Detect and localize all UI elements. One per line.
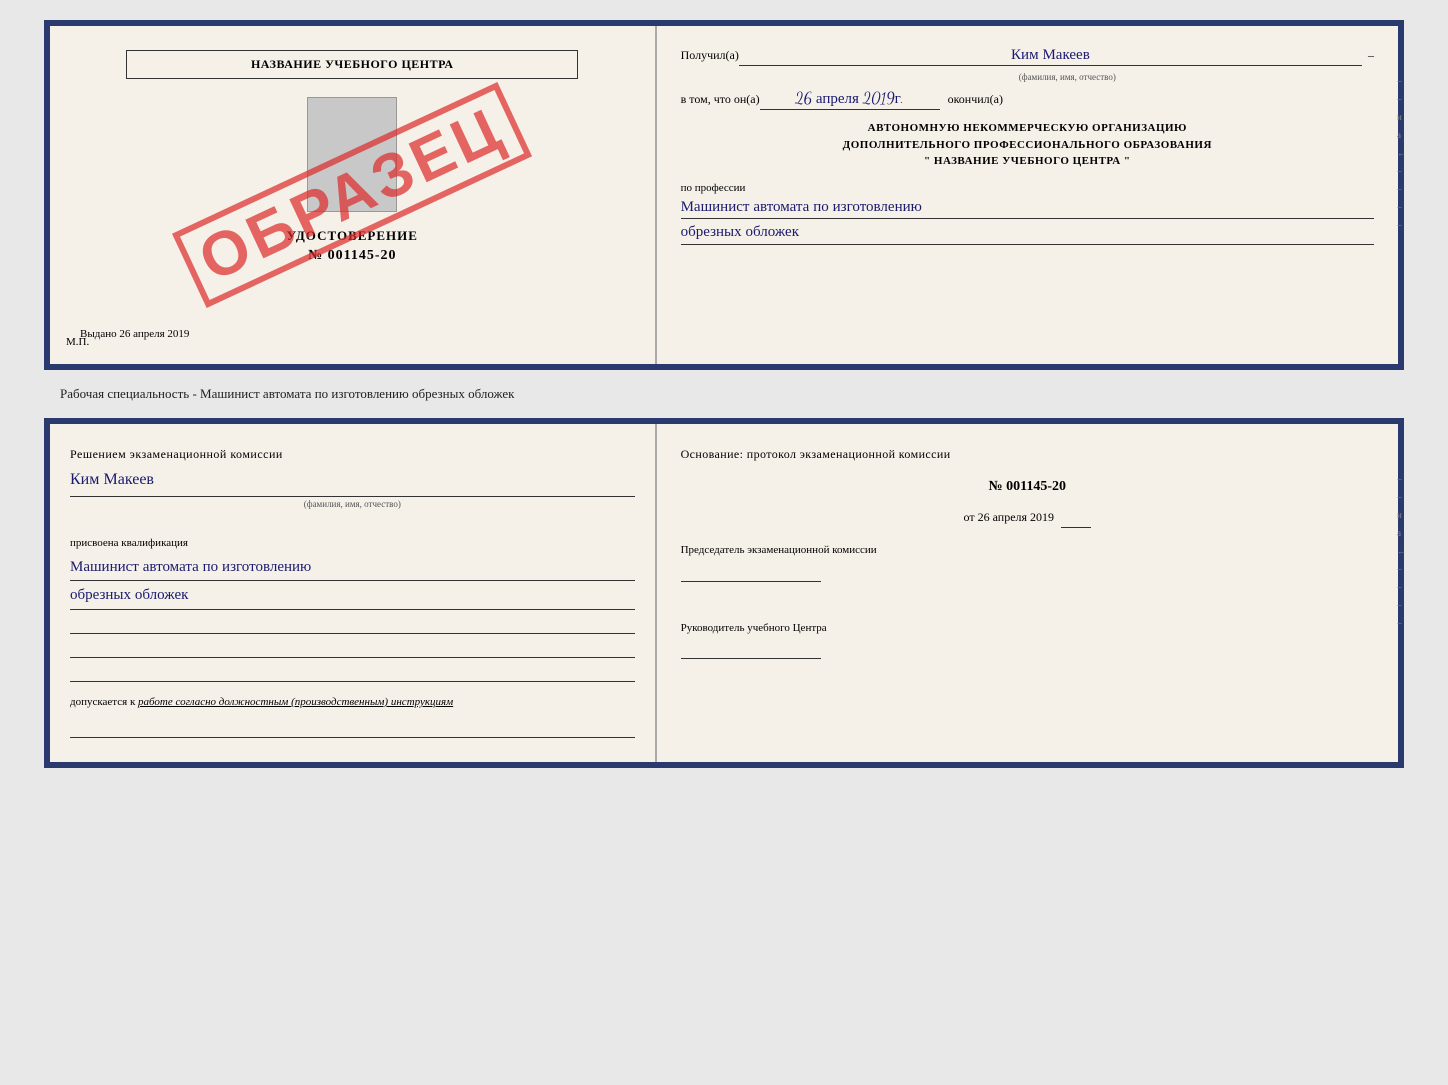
- top-document: НАЗВАНИЕ УЧЕБНОГО ЦЕНТРА УДОСТОВЕРЕНИЕ №…: [44, 20, 1404, 370]
- protocol-date-value: 26 апреля 2019: [978, 510, 1054, 524]
- completed-date: 26 апреля 2019г.: [760, 90, 940, 110]
- blank-line-2: [70, 638, 635, 658]
- name-sublabel: (фамилия, имя, отчество): [761, 72, 1374, 82]
- protocol-date: от 26 апреля 2019: [681, 507, 1374, 529]
- date-dash: [1061, 527, 1091, 528]
- school-name-box: НАЗВАНИЕ УЧЕБНОГО ЦЕНТРА: [126, 50, 578, 79]
- top-doc-left: НАЗВАНИЕ УЧЕБНОГО ЦЕНТРА УДОСТОВЕРЕНИЕ №…: [50, 26, 657, 364]
- допускается-block: допускается к работе согласно должностны…: [70, 694, 635, 711]
- bottom-left-text: Решением экзаменационной комиссии Ким Ма…: [70, 444, 635, 682]
- decision-label: Решением экзаменационной комиссии: [70, 447, 283, 461]
- received-row: Получил(а) Ким Макеев –: [681, 46, 1374, 66]
- mp-label: М.П.: [66, 336, 89, 348]
- bottom-doc-right: Основание: протокол экзаменационной коми…: [657, 424, 1398, 762]
- protocol-number: № 001145-20: [681, 474, 1374, 499]
- protocol-date-prefix: от: [964, 510, 975, 524]
- inthat-label: в том, что он(а): [681, 92, 760, 107]
- profession-line2: обрезных обложек: [681, 223, 1374, 245]
- received-label: Получил(а): [681, 48, 739, 63]
- issued-date-value: 26 апреля 2019: [119, 328, 189, 340]
- org-line1: АВТОНОМНУЮ НЕКОММЕРЧЕСКУЮ ОРГАНИЗАЦИЮ: [681, 120, 1374, 137]
- between-label: Рабочая специальность - Машинист автомат…: [20, 386, 514, 402]
- issued-date-row: Выдано 26 апреля 2019: [70, 268, 189, 340]
- director-sig-line: [681, 641, 821, 659]
- org-line2: ДОПОЛНИТЕЛЬНОГО ПРОФЕССИОНАЛЬНОГО ОБРАЗО…: [681, 137, 1374, 154]
- bottom-person-name: Ким Макеев: [70, 466, 635, 493]
- chairman-sig-line: [681, 564, 821, 582]
- blank-line-1: [70, 614, 635, 634]
- blank-line-4: [70, 718, 635, 738]
- photo-placeholder: [307, 97, 397, 212]
- bottom-document: Решением экзаменационной комиссии Ким Ма…: [44, 418, 1404, 768]
- допускается-label: допускается к: [70, 696, 135, 708]
- top-doc-right: Получил(а) Ким Макеев – (фамилия, имя, о…: [657, 26, 1398, 364]
- right-side-chars: – – и а ← – – – –: [1397, 76, 1406, 230]
- qualification-label: присвоена квалификация: [70, 537, 188, 549]
- inthat-row: в том, что он(а) 26 апреля 2019г. окончи…: [681, 90, 1374, 110]
- chairman-label: Председатель экзаменационной комиссии: [681, 544, 877, 556]
- school-name-text: НАЗВАНИЕ УЧЕБНОГО ЦЕНТРА: [251, 57, 454, 71]
- director-block: Руководитель учебного Центра: [681, 620, 1374, 660]
- допускается-value: работе согласно должностным (производств…: [138, 696, 453, 708]
- director-label: Руководитель учебного Центра: [681, 622, 827, 634]
- cert-label: УДОСТОВЕРЕНИЕ: [287, 228, 418, 244]
- bottom-doc-left: Решением экзаменационной комиссии Ким Ма…: [50, 424, 657, 762]
- profession-line1: Машинист автомата по изготовлению: [681, 198, 1374, 219]
- chairman-block: Председатель экзаменационной комиссии: [681, 542, 1374, 603]
- blank-line-3: [70, 662, 635, 682]
- basis-label: Основание: протокол экзаменационной коми…: [681, 447, 951, 461]
- bottom-name-sublabel: (фамилия, имя, отчество): [70, 496, 635, 512]
- profession-label: по профессии: [681, 182, 1374, 194]
- dash1: –: [1368, 48, 1374, 63]
- completed-label: окончил(а): [948, 92, 1003, 107]
- qualification-line1: Машинист автомата по изготовлению: [70, 555, 635, 582]
- received-name: Ким Макеев: [739, 46, 1362, 66]
- qualification-line2: обрезных обложек: [70, 583, 635, 610]
- bottom-right-text: Основание: протокол экзаменационной коми…: [681, 444, 1374, 659]
- org-block: АВТОНОМНУЮ НЕКОММЕРЧЕСКУЮ ОРГАНИЗАЦИЮ ДО…: [681, 120, 1374, 170]
- cert-number: № 001145-20: [308, 248, 396, 264]
- org-line3: " НАЗВАНИЕ УЧЕБНОГО ЦЕНТРА ": [681, 153, 1374, 170]
- bottom-right-side-chars: – – и а ← – – – –: [1397, 474, 1406, 628]
